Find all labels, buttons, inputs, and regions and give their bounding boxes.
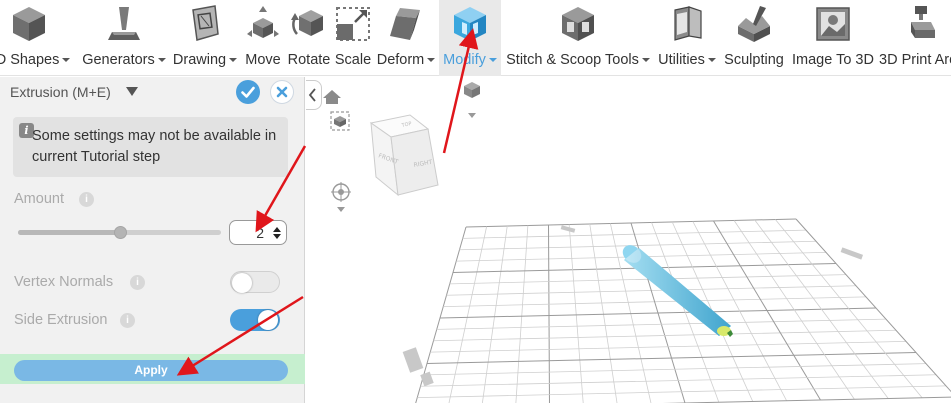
scale-icon	[336, 7, 370, 41]
tool-label: 3D Print Area	[879, 52, 951, 68]
main-toolbar: 3D Shapes Generators Drawing	[0, 0, 951, 76]
tool-stitch-scoop[interactable]: Stitch & Scoop Tools	[501, 0, 655, 76]
grid-line	[436, 318, 887, 330]
toggle-knob	[232, 273, 252, 293]
deform-icon	[390, 8, 420, 40]
vertex-normals-label: Vertex Normals	[14, 274, 114, 290]
amount-slider-fill	[18, 230, 120, 235]
tool-label: Generators	[78, 52, 170, 68]
apply-highlight: Apply	[0, 354, 305, 384]
utilities-icon	[674, 6, 702, 41]
tool-label: Image To 3D	[792, 52, 874, 68]
tool-utilities[interactable]: Utilities	[655, 0, 719, 76]
tool-sculpting[interactable]: Sculpting	[719, 0, 789, 76]
3d-viewport[interactable]: TOP FRONT RIGHT	[306, 77, 951, 403]
tool-rotate[interactable]: Rotate	[285, 0, 333, 76]
grid-line	[548, 224, 550, 403]
grid-line	[662, 396, 951, 403]
side-extrusion-help-icon[interactable]: i	[120, 313, 135, 328]
grid-line	[439, 307, 877, 319]
printer-icon	[911, 6, 935, 38]
tool-label: Move	[245, 52, 281, 68]
side-extrusion-toggle[interactable]	[230, 309, 280, 331]
amount-help-icon[interactable]: i	[79, 192, 94, 207]
tool-generators[interactable]: Generators	[78, 0, 170, 76]
grid-line	[448, 226, 488, 403]
tool-label: Rotate	[287, 52, 331, 68]
ground-grid	[415, 218, 951, 403]
tool-label: Drawing	[170, 52, 240, 68]
generator-icon	[108, 7, 140, 40]
sculpting-icon	[738, 6, 770, 42]
grid-line	[430, 340, 907, 353]
grid-line	[733, 220, 855, 400]
checkmark-icon	[241, 86, 255, 98]
tool-deform[interactable]: Deform	[373, 0, 439, 76]
tool-scale[interactable]: Scale	[333, 0, 373, 76]
view-menu-icon[interactable]	[464, 82, 480, 118]
vertex-normals-toggle[interactable]	[230, 271, 280, 293]
cancel-button[interactable]	[270, 80, 294, 104]
tool-label: Utilities	[655, 52, 719, 68]
amount-slider[interactable]	[18, 226, 221, 239]
amount-label: Amount	[14, 191, 64, 207]
extrusion-panel: Extrusion (M+E) i Some settings may not …	[0, 77, 305, 403]
apply-button[interactable]: Apply	[14, 360, 288, 381]
home-icon[interactable]	[323, 90, 341, 104]
tool-modify[interactable]: Modify	[439, 0, 501, 76]
modify-icon	[454, 7, 486, 41]
grid-line	[568, 224, 584, 403]
view-cube[interactable]: TOP FRONT RIGHT	[369, 114, 439, 197]
tool-move[interactable]: Move	[241, 0, 285, 76]
grid-line	[515, 225, 529, 403]
panel-title: Extrusion (M+E)	[10, 84, 111, 100]
grid-line	[589, 223, 618, 403]
amount-slider-thumb[interactable]	[113, 226, 127, 239]
amount-value: 2	[256, 225, 264, 241]
panel-header: Extrusion (M+E)	[0, 77, 305, 107]
grid-line	[713, 220, 821, 401]
tool-label: Modify	[439, 52, 501, 68]
orbit-icon[interactable]	[331, 182, 351, 212]
grid-line	[481, 225, 508, 403]
grid-line	[775, 219, 923, 399]
tool-image-to-3d[interactable]: Image To 3D	[789, 0, 877, 76]
grid-line	[420, 374, 937, 387]
tool-drawing[interactable]: Drawing	[170, 0, 240, 76]
tool-label: Deform	[373, 52, 439, 68]
amount-input[interactable]: 2	[229, 220, 287, 245]
cube-icon	[13, 7, 45, 41]
stitch-icon	[562, 7, 594, 41]
tool-label: Scale	[334, 52, 372, 68]
panel-dropdown-icon[interactable]	[126, 87, 138, 96]
side-extrusion-label: Side Extrusion	[14, 312, 108, 328]
info-text: Some settings may not be available in cu…	[32, 128, 277, 165]
grid-line	[423, 363, 927, 376]
scene: TOP FRONT RIGHT	[323, 82, 951, 403]
drawing-icon	[192, 5, 219, 41]
tool-3d-print-area[interactable]: 3D Print Area	[877, 0, 951, 76]
tool-label: Stitch & Scoop Tools	[501, 52, 655, 68]
vertex-normals-help-icon[interactable]: i	[130, 275, 145, 290]
tool-3d-shapes[interactable]: 3D Shapes	[0, 0, 78, 76]
move-icon	[247, 6, 279, 38]
fit-view-icon[interactable]	[330, 111, 350, 131]
image-icon	[816, 7, 850, 41]
tool-label: 3D Shapes	[0, 52, 78, 68]
grid-line	[426, 352, 917, 364]
close-icon	[276, 86, 288, 98]
toggle-knob	[258, 310, 278, 330]
confirm-button[interactable]	[236, 80, 260, 104]
grid-line	[433, 329, 897, 342]
spinner-arrows-icon[interactable]	[272, 225, 282, 241]
tutorial-info-box: i Some settings may not be available in …	[13, 117, 288, 177]
grid-line	[417, 385, 947, 399]
app-window: 3D Shapes Generators Drawing	[0, 0, 951, 403]
rotate-icon	[291, 10, 323, 36]
tool-label: Sculpting	[724, 52, 784, 68]
